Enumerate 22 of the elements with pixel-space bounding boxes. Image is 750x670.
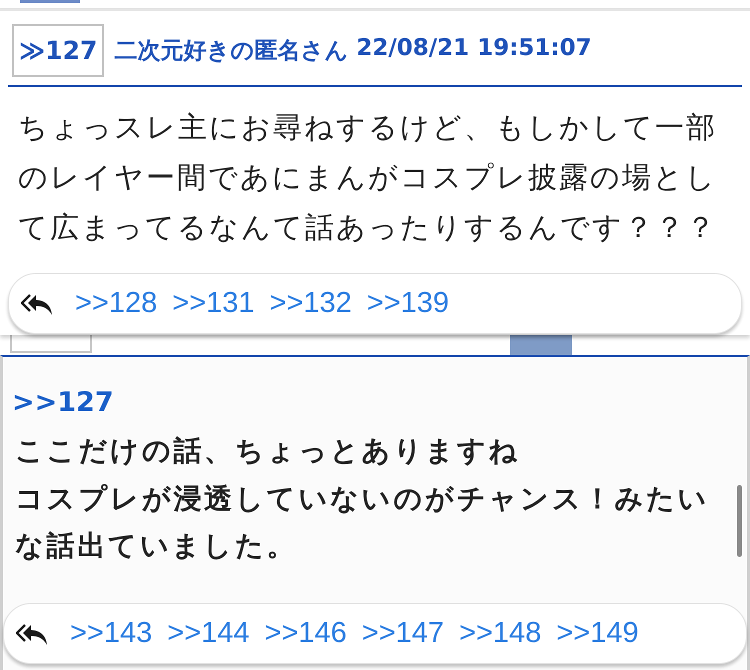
reply-link[interactable]: >>128 bbox=[75, 289, 158, 318]
reply-link[interactable]: >>139 bbox=[366, 289, 450, 318]
post-body: ちょっスレ主にお尋ねするけど、もしかして一部のレイヤー間であにまんがコスプレ披露の場として広まってるなんて話あったりするんです？？？ bbox=[18, 109, 718, 246]
post-number[interactable]: ≫127 bbox=[12, 24, 104, 77]
author-name: 二次元好きの匿名さん bbox=[114, 37, 348, 66]
reply-all-icon[interactable] bbox=[21, 292, 53, 316]
reply-link[interactable]: >>144 bbox=[167, 619, 250, 648]
reply-link[interactable]: >>146 bbox=[264, 619, 347, 648]
reply-link[interactable]: >>149 bbox=[556, 619, 639, 648]
reply-anchor-link[interactable]: >>127 bbox=[12, 385, 114, 421]
reply-link[interactable]: >>147 bbox=[362, 619, 444, 648]
button-edge bbox=[20, 0, 80, 3]
reply-all-icon[interactable] bbox=[16, 622, 48, 646]
reply-link[interactable]: >>132 bbox=[270, 289, 352, 318]
reply-link[interactable]: >>143 bbox=[70, 619, 152, 648]
button-edge bbox=[510, 335, 572, 355]
reply-link[interactable]: >>148 bbox=[459, 619, 542, 648]
scroll-bar[interactable] bbox=[737, 485, 742, 557]
post-text: ここだけの話、ちょっとありますね bbox=[15, 433, 522, 469]
reply-link[interactable]: >>131 bbox=[172, 289, 255, 318]
post-text: コスプレが浸透していないのがチャンス！みたいな話出ていました。 bbox=[15, 480, 710, 564]
post-date: 22/08/21 19:51:07 bbox=[356, 35, 592, 63]
